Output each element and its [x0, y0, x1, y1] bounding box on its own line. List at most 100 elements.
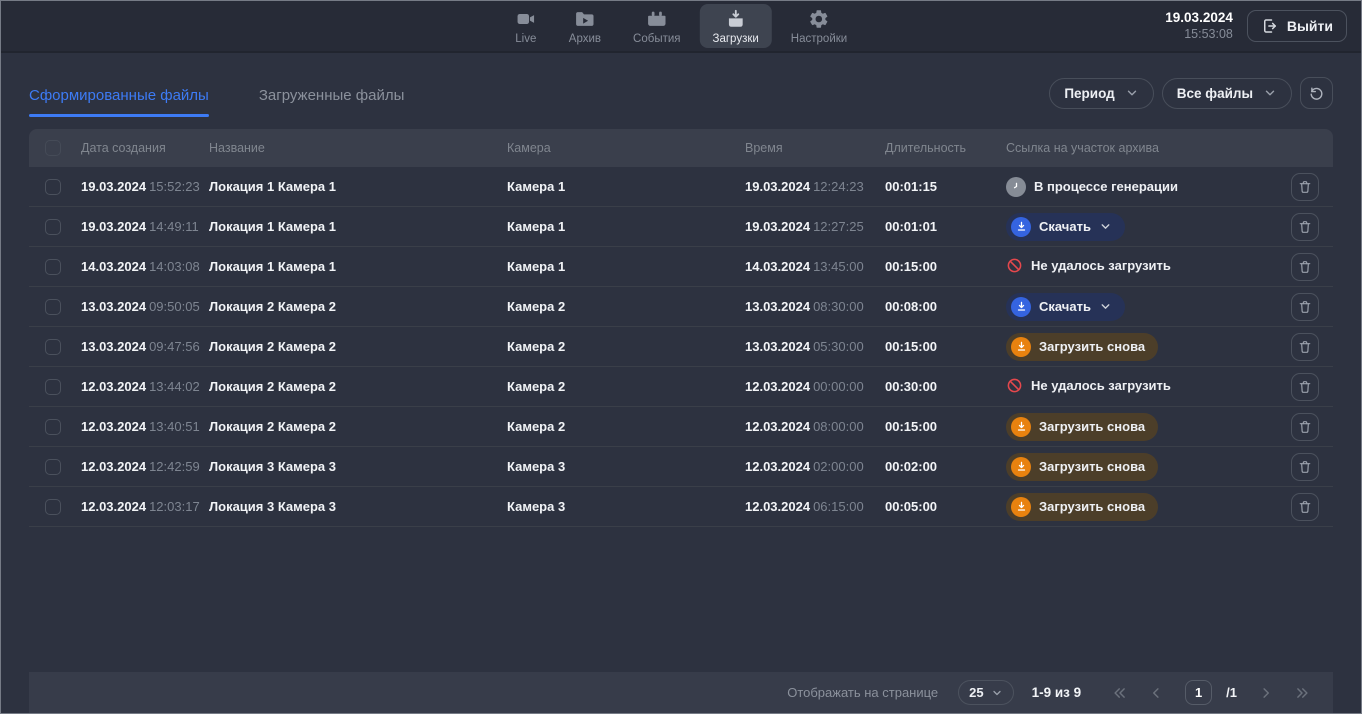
row-checkbox[interactable]	[45, 179, 61, 195]
download-button[interactable]: Скачать	[1006, 293, 1125, 321]
nav-item-download-tray[interactable]: Загрузки	[700, 4, 772, 48]
logout-icon	[1261, 17, 1279, 35]
tab-0[interactable]: Сформированные файлы	[29, 87, 209, 117]
row-checkbox[interactable]	[45, 339, 61, 355]
chevron-down-icon	[1099, 300, 1112, 313]
pagination-bar: Отображать на странице 25 1-9 из 9 1 /1	[29, 672, 1333, 713]
first-page-button[interactable]	[1109, 682, 1131, 704]
files-table: Дата создания Название Камера Время Длит…	[29, 129, 1333, 527]
rows-range-label: 1-9 из 9	[1032, 685, 1082, 700]
nav-item-archive-folder[interactable]: Архив	[556, 4, 614, 48]
duration-cell: 00:15:00	[885, 419, 1006, 434]
table-row: 12.03.202412:42:59 Локация 3 Камера 3 Ка…	[29, 447, 1333, 487]
nav-item-label: Live	[515, 33, 536, 45]
current-datetime: 19.03.2024 15:53:08	[1165, 10, 1233, 43]
status-label: Не удалось загрузить	[1031, 258, 1171, 273]
nav-item-gear[interactable]: Настройки	[778, 4, 860, 48]
total-pages-label: /1	[1226, 685, 1237, 700]
table-row: 12.03.202413:40:51 Локация 2 Камера 2 Ка…	[29, 407, 1333, 447]
camera-cell: Камера 3	[507, 459, 745, 474]
row-checkbox[interactable]	[45, 259, 61, 275]
camera-cell: Камера 3	[507, 499, 745, 514]
retry-download-button[interactable]: Загрузить снова	[1006, 493, 1158, 521]
retry-download-button[interactable]: Загрузить снова	[1006, 453, 1158, 481]
table-row: 12.03.202412:03:17 Локация 3 Камера 3 Ка…	[29, 487, 1333, 527]
prev-page-button[interactable]	[1145, 682, 1167, 704]
file-name-cell: Локация 2 Камера 2	[209, 379, 507, 394]
archive-link-cell: Не удалось загрузить	[1006, 257, 1273, 277]
row-checkbox[interactable]	[45, 419, 61, 435]
file-name-cell: Локация 3 Камера 3	[209, 459, 507, 474]
chevron-left-icon	[1147, 684, 1165, 702]
nav-item-label: События	[633, 33, 680, 45]
download-button[interactable]: Скачать	[1006, 213, 1125, 241]
table-row: 19.03.202415:52:23 Локация 1 Камера 1 Ка…	[29, 167, 1333, 207]
per-page-select[interactable]: 25	[958, 680, 1013, 705]
retry-button-label: Загрузить снова	[1039, 339, 1145, 354]
camera-cell: Камера 2	[507, 339, 745, 354]
logout-button[interactable]: Выйти	[1247, 10, 1347, 42]
column-header: Длительность	[885, 141, 1006, 155]
file-type-filter-label: Все файлы	[1177, 86, 1253, 101]
row-checkbox[interactable]	[45, 379, 61, 395]
chevron-down-icon	[1263, 86, 1277, 100]
tabs: Сформированные файлы Загруженные файлы	[29, 87, 404, 117]
nav-item-video-camera[interactable]: Live	[502, 4, 550, 48]
row-checkbox[interactable]	[45, 459, 61, 475]
row-checkbox[interactable]	[45, 219, 61, 235]
select-all-checkbox[interactable]	[45, 140, 61, 156]
record-time-cell: 13.03.202408:30:00	[745, 299, 885, 314]
last-page-button[interactable]	[1291, 682, 1313, 704]
file-name-cell: Локация 1 Камера 1	[209, 179, 507, 194]
tabs-row: Сформированные файлы Загруженные файлы Пе…	[29, 77, 1333, 117]
archive-link-cell: Скачать	[1006, 213, 1273, 241]
chevron-right-icon	[1257, 684, 1275, 702]
column-header: Дата создания	[81, 141, 209, 155]
refresh-button[interactable]	[1300, 77, 1333, 109]
current-date: 19.03.2024	[1165, 10, 1233, 27]
delete-row-button[interactable]	[1291, 373, 1319, 401]
archive-link-cell: Скачать	[1006, 293, 1273, 321]
period-filter-button[interactable]: Период	[1049, 78, 1153, 109]
delete-row-button[interactable]	[1291, 493, 1319, 521]
archive-link-cell: Загрузить снова	[1006, 493, 1273, 521]
period-filter-label: Период	[1064, 86, 1114, 101]
per-page-label: Отображать на странице	[787, 685, 938, 700]
download-tray-icon	[725, 8, 747, 30]
column-header: Время	[745, 141, 885, 155]
duration-cell: 00:01:01	[885, 219, 1006, 234]
row-checkbox[interactable]	[45, 299, 61, 315]
delete-row-button[interactable]	[1291, 453, 1319, 481]
trash-icon	[1297, 339, 1313, 355]
status-label: Не удалось загрузить	[1031, 378, 1171, 393]
camera-cell: Камера 2	[507, 299, 745, 314]
tab-1[interactable]: Загруженные файлы	[259, 87, 405, 117]
record-time-cell: 12.03.202408:00:00	[745, 419, 885, 434]
delete-row-button[interactable]	[1291, 213, 1319, 241]
retry-download-button[interactable]: Загрузить снова	[1006, 413, 1158, 441]
nav-item-calendar-events[interactable]: События	[620, 4, 693, 48]
video-camera-icon	[515, 8, 537, 30]
delete-row-button[interactable]	[1291, 413, 1319, 441]
retry-download-button[interactable]: Загрузить снова	[1006, 333, 1158, 361]
delete-row-button[interactable]	[1291, 253, 1319, 281]
table-row: 12.03.202413:44:02 Локация 2 Камера 2 Ка…	[29, 367, 1333, 407]
camera-cell: Камера 1	[507, 219, 745, 234]
camera-cell: Камера 1	[507, 259, 745, 274]
row-checkbox[interactable]	[45, 499, 61, 515]
table-row: 13.03.202409:50:05 Локация 2 Камера 2 Ка…	[29, 287, 1333, 327]
file-type-filter-button[interactable]: Все файлы	[1162, 78, 1292, 109]
creation-date-cell: 12.03.202412:42:59	[81, 459, 209, 474]
next-page-button[interactable]	[1255, 682, 1277, 704]
record-time-cell: 12.03.202406:15:00	[745, 499, 885, 514]
nav-item-label: Настройки	[791, 33, 847, 45]
delete-row-button[interactable]	[1291, 333, 1319, 361]
current-page-indicator[interactable]: 1	[1185, 680, 1212, 705]
delete-row-button[interactable]	[1291, 173, 1319, 201]
ban-icon	[1006, 257, 1023, 274]
archive-link-cell: Загрузить снова	[1006, 453, 1273, 481]
delete-row-button[interactable]	[1291, 293, 1319, 321]
duration-cell: 00:08:00	[885, 299, 1006, 314]
record-time-cell: 12.03.202402:00:00	[745, 459, 885, 474]
archive-link-cell: В процессе генерации	[1006, 177, 1273, 197]
